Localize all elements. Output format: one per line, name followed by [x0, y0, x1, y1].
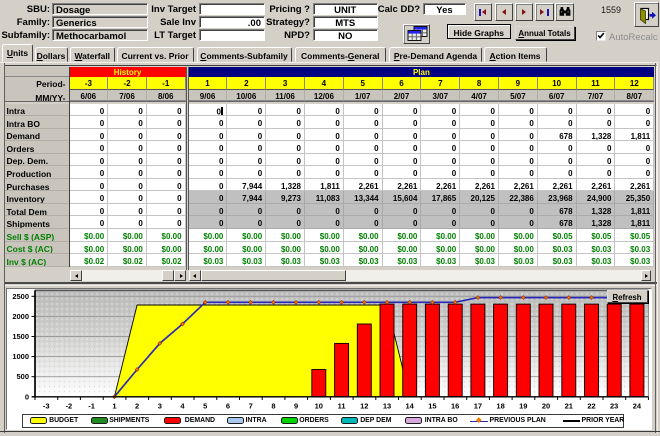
svg-text:18: 18 [496, 401, 504, 410]
svg-text:4: 4 [180, 401, 185, 410]
svg-text:-1: -1 [88, 401, 95, 410]
svg-text:7: 7 [249, 401, 253, 410]
svg-text:1000: 1000 [12, 352, 29, 361]
svg-text:12: 12 [360, 401, 368, 410]
svg-text:24: 24 [633, 401, 642, 410]
svg-text:19: 19 [519, 401, 527, 410]
svg-text:2: 2 [135, 401, 139, 410]
svg-text:11: 11 [338, 401, 346, 410]
svg-text:0: 0 [25, 392, 29, 401]
svg-text:14: 14 [406, 401, 415, 410]
svg-text:23: 23 [610, 401, 618, 410]
svg-text:20: 20 [542, 401, 550, 410]
svg-text:13: 13 [383, 401, 391, 410]
svg-text:3: 3 [158, 401, 162, 410]
svg-text:500: 500 [16, 372, 29, 381]
svg-text:-2: -2 [66, 401, 73, 410]
svg-text:2500: 2500 [12, 292, 29, 301]
svg-text:8: 8 [271, 401, 275, 410]
svg-text:17: 17 [474, 401, 482, 410]
svg-text:15: 15 [428, 401, 436, 410]
svg-text:5: 5 [203, 401, 207, 410]
svg-text:10: 10 [315, 401, 323, 410]
svg-text:22: 22 [587, 401, 595, 410]
svg-text:1500: 1500 [12, 332, 29, 341]
svg-text:21: 21 [565, 401, 573, 410]
svg-text:16: 16 [451, 401, 459, 410]
svg-text:9: 9 [294, 401, 298, 410]
svg-text:1: 1 [112, 401, 116, 410]
svg-text:6: 6 [226, 401, 230, 410]
svg-text:2000: 2000 [12, 312, 29, 321]
svg-text:-3: -3 [43, 401, 50, 410]
